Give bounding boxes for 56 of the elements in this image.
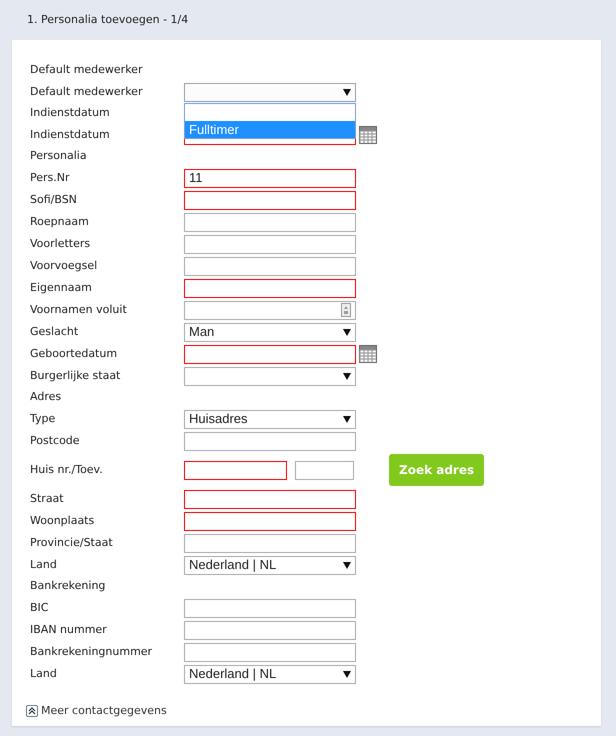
section-heading: Bankrekening — [30, 578, 106, 594]
select-field[interactable] — [184, 366, 356, 386]
field-label: IBAN nummer — [30, 622, 108, 638]
field-label: Sofi/BSN — [30, 192, 78, 208]
field-label: Postcode — [30, 432, 81, 449]
field-label: Voorletters — [30, 236, 92, 252]
field-label: Eigennaam — [30, 280, 93, 296]
input-field[interactable]: 11 — [184, 168, 356, 188]
collapse-icon — [26, 705, 38, 718]
field-label: Burgerlijke staat — [30, 368, 122, 384]
resize-icon — [341, 303, 351, 317]
calendar-icon[interactable] — [359, 126, 377, 144]
input-field[interactable] — [184, 642, 356, 662]
section-heading: Default medewerker — [30, 62, 142, 78]
more-contact-link[interactable]: Meer contactgegevens — [26, 703, 167, 720]
field-label: Roepnaam — [30, 214, 90, 230]
field-label: Type — [30, 410, 56, 427]
input-field[interactable] — [184, 432, 356, 450]
input-field[interactable] — [184, 460, 287, 480]
input-field[interactable] — [184, 190, 356, 210]
field-label: Geboortedatum — [30, 346, 118, 362]
field-label: Geslacht — [30, 324, 80, 340]
input-field[interactable] — [184, 212, 356, 232]
input-field[interactable] — [184, 534, 356, 552]
textarea-field[interactable] — [184, 300, 356, 320]
section-heading: Indienstdatum — [30, 105, 110, 122]
field-label: Straat — [30, 490, 65, 507]
input-field[interactable] — [184, 234, 356, 254]
field-label: Pers.Nr — [30, 170, 71, 186]
field-label: Land — [30, 666, 58, 682]
field-label: Voorvoegsel — [30, 258, 98, 274]
calendar-icon[interactable] — [359, 345, 377, 363]
input-field[interactable] — [184, 256, 356, 276]
input-field[interactable] — [295, 460, 354, 480]
select-field[interactable]: Man — [184, 322, 356, 342]
field-label: Voornamen voluit — [30, 302, 128, 318]
date-field[interactable] — [184, 344, 356, 364]
input-field[interactable] — [184, 620, 356, 640]
input-field[interactable] — [184, 598, 356, 618]
field-label: Provincie/Staat — [30, 534, 114, 551]
page-title: 1. Personalia toevoegen - 1/4 — [27, 13, 188, 26]
select-field[interactable]: Huisadres — [184, 410, 356, 428]
input-field[interactable] — [184, 490, 356, 508]
select-field[interactable]: Nederland | NL — [184, 556, 356, 574]
field-label: Indienstdatum — [30, 126, 111, 143]
field-label: Land — [30, 556, 58, 573]
section-heading: Personalia — [30, 148, 87, 164]
field-label: Huis nr./Toev. — [30, 462, 104, 478]
field-label: Woonplaats — [30, 512, 96, 529]
section-heading: Adres — [30, 389, 62, 406]
field-label: Bankrekeningnummer — [30, 644, 154, 660]
select-field[interactable]: Nederland | NL — [184, 664, 356, 684]
input-field[interactable] — [184, 278, 356, 298]
field-label: Default medewerker — [30, 84, 144, 100]
field-label: BIC — [30, 600, 50, 616]
input-field[interactable] — [184, 512, 356, 530]
